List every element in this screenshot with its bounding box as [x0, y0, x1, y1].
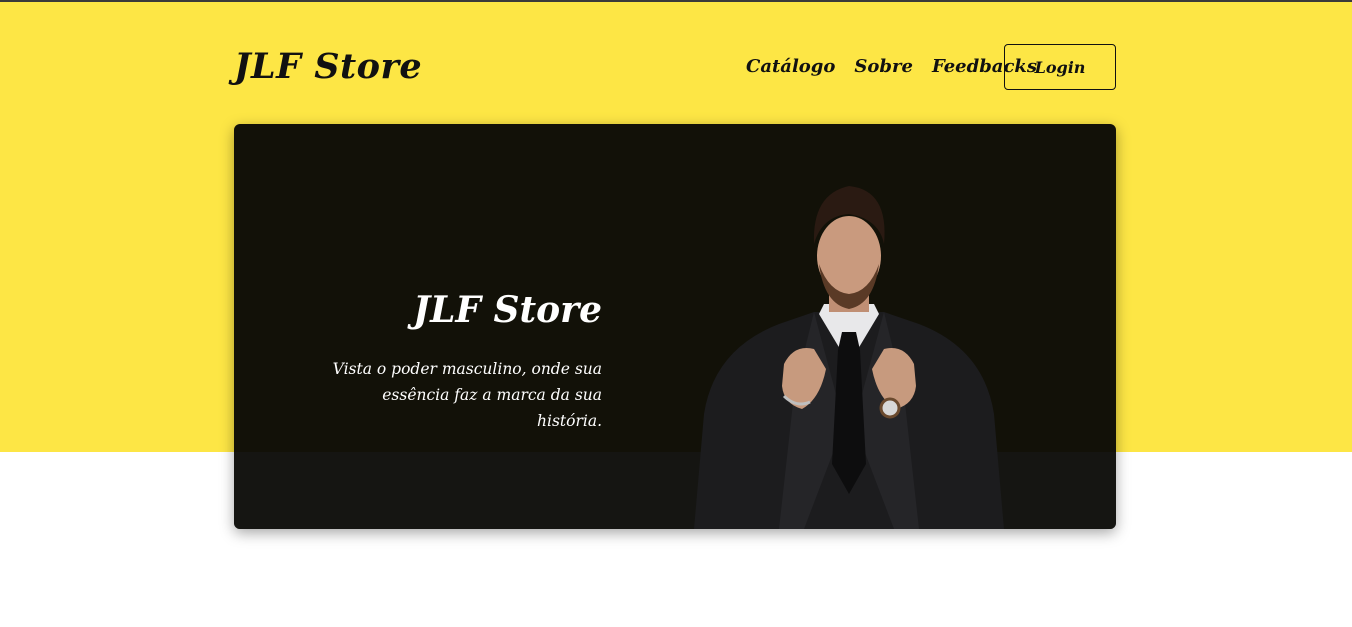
login-button[interactable]: Login — [1004, 44, 1116, 90]
hero-model-photo — [694, 186, 1004, 529]
hero-banner: JLF Store Vista o poder masculino, onde … — [234, 124, 1116, 529]
nav-link-catalogo[interactable]: Catálogo — [746, 56, 835, 77]
brand-logo[interactable]: JLF Store — [234, 46, 422, 87]
nav-link-sobre[interactable]: Sobre — [854, 56, 913, 77]
hero-title: JLF Store — [413, 289, 602, 331]
hero-subtitle: Vista o poder masculino, onde sua essênc… — [332, 360, 602, 430]
main-nav: Catálogo Sobre Feedbacks — [746, 56, 1037, 77]
